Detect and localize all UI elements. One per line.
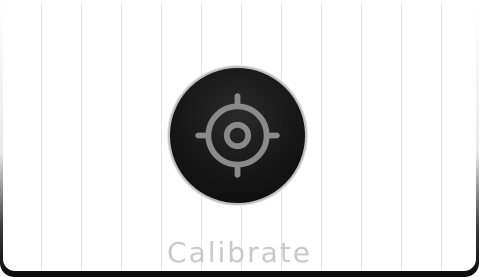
calibrate-label: Calibrate	[167, 236, 312, 269]
crosshair-icon	[195, 93, 280, 178]
calibrate-button[interactable]	[168, 66, 307, 205]
calibrate-card: Calibrate	[0, 0, 479, 277]
